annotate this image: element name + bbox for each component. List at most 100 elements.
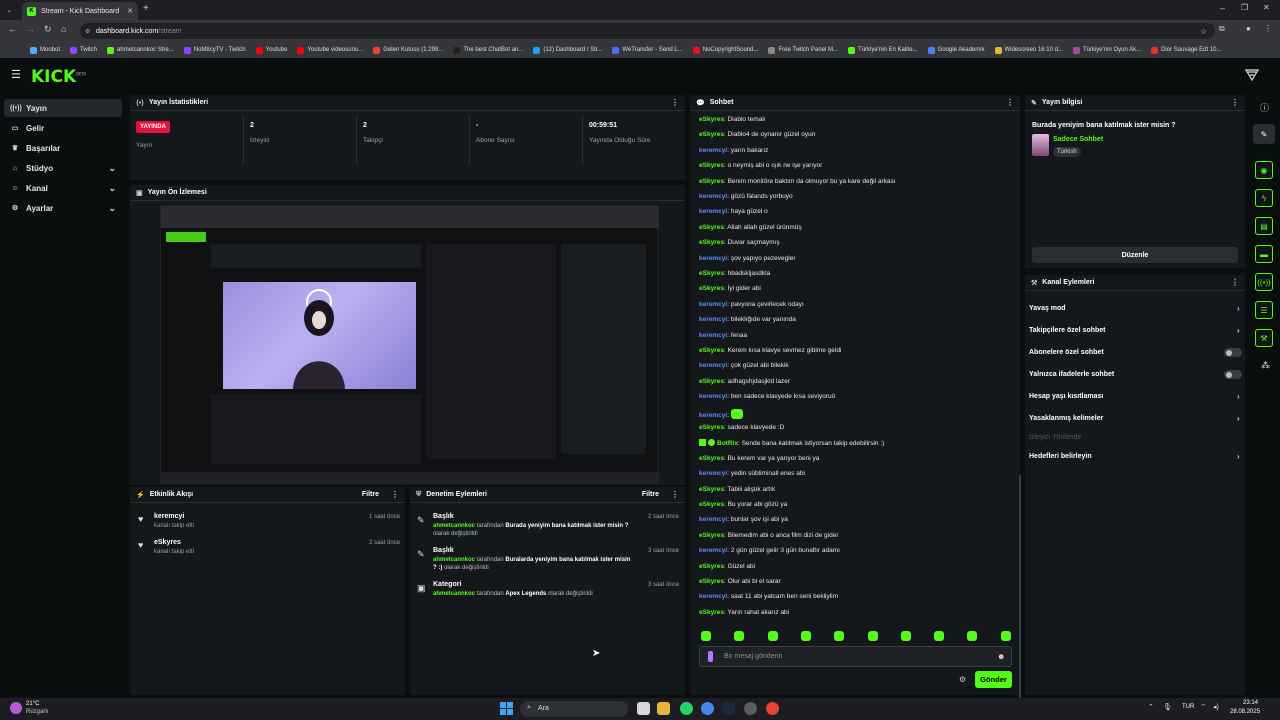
- url-field[interactable]: ⚙ dashboard.kick.com/stream ☆: [80, 23, 1215, 39]
- bookmark-item[interactable]: ahmetcannkoc Stre...: [107, 46, 174, 54]
- microphone-tray-icon[interactable]: 🎙: [1163, 703, 1172, 711]
- chat-scrollbar[interactable]: [1019, 475, 1021, 715]
- chat-username[interactable]: keremcyi: [699, 593, 727, 600]
- chat-username[interactable]: eSkyres: [699, 378, 724, 385]
- chat-username[interactable]: eSkyres: [699, 239, 724, 246]
- channel-action-item[interactable]: İzleyici Yönlendir: [1029, 434, 1244, 441]
- rail-nodes-icon[interactable]: ⁂: [1261, 360, 1270, 371]
- chat-username[interactable]: eSkyres: [699, 116, 724, 123]
- sidebar-item-1[interactable]: ((•)) Yayın: [4, 99, 122, 117]
- moderation-menu-icon[interactable]: ⋮: [671, 490, 679, 499]
- sidebar-item-3[interactable]: ♛ Başarılar: [4, 139, 122, 157]
- channel-action-item[interactable]: Yalnızca ifadelerle sohbet: [1029, 370, 1244, 379]
- bookmark-item[interactable]: Google Akademik: [927, 46, 985, 54]
- chat-username[interactable]: eSkyres: [699, 532, 724, 539]
- chat-username[interactable]: keremcyi: [699, 412, 727, 419]
- channel-action-item[interactable]: Takipçilere özel sohbet ›: [1029, 326, 1244, 335]
- chat-username[interactable]: keremcyi: [699, 301, 727, 308]
- rail-list-icon[interactable]: ☰: [1255, 301, 1273, 319]
- rail-bolt-icon[interactable]: ϟ: [1255, 189, 1273, 207]
- chat-username[interactable]: eSkyres: [699, 178, 724, 185]
- chat-menu-icon[interactable]: ⋮: [1006, 98, 1014, 107]
- bookmark-item[interactable]: NoCopyrightSound...: [692, 46, 758, 54]
- chat-username[interactable]: eSkyres: [699, 455, 724, 462]
- bookmark-item[interactable]: Dior Sauvage Edt 10...: [1151, 46, 1222, 54]
- chat-username[interactable]: keremcyi: [699, 516, 727, 523]
- activity-menu-icon[interactable]: ⋮: [391, 490, 399, 499]
- forward-icon[interactable]: →: [26, 24, 35, 34]
- moderator-username[interactable]: ahmetcannkoc: [433, 591, 475, 597]
- moderator-username[interactable]: ahmetcannkoc: [433, 557, 475, 563]
- volume-icon[interactable]: ◂): [1213, 703, 1219, 711]
- clock-time[interactable]: 23:14: [1243, 700, 1258, 706]
- bookmark-item[interactable]: Moobot: [30, 46, 60, 54]
- bookmark-item[interactable]: Türkiye'nin Oyun Ak...: [1072, 46, 1141, 54]
- chat-username[interactable]: eSkyres: [699, 486, 724, 493]
- weather-icon[interactable]: [10, 702, 22, 714]
- sidebar-item-5[interactable]: ☺ Kanal ⌄: [4, 179, 122, 197]
- chrome-icon[interactable]: [701, 702, 714, 715]
- chat-username[interactable]: keremcyi: [699, 193, 727, 200]
- emote-icon[interactable]: [967, 631, 978, 641]
- chat-username[interactable]: eSkyres: [699, 347, 724, 354]
- chat-username[interactable]: eSkyres: [699, 224, 724, 231]
- chat-username[interactable]: eSkyres: [699, 501, 724, 508]
- chrome-active-icon[interactable]: [766, 702, 779, 715]
- bookmark-item[interactable]: (12) Dashboard / Str...: [533, 46, 602, 54]
- windows-start-icon[interactable]: [500, 702, 513, 715]
- moderator-username[interactable]: ahmetcannkoc: [433, 523, 475, 529]
- taskbar-search[interactable]: ⌕ Ara: [520, 701, 628, 717]
- rail-broadcast-icon[interactable]: ((•)): [1255, 273, 1273, 291]
- bookmark-item[interactable]: NoM8cyTV - Twitch: [183, 46, 246, 54]
- sidebar-item-2[interactable]: ▭ Gelir: [4, 119, 122, 137]
- bookmark-item[interactable]: Free Twitch Panel M...: [768, 46, 838, 54]
- emote-icon[interactable]: [800, 631, 811, 641]
- bookmark-item[interactable]: Twitch: [70, 46, 97, 54]
- hamburger-menu-icon[interactable]: ☰: [11, 68, 21, 81]
- chat-settings-gear-icon[interactable]: ⚙: [959, 675, 966, 684]
- stream-preview-video[interactable]: [160, 205, 659, 484]
- activity-username[interactable]: keremcyi: [154, 513, 194, 520]
- maximize-icon[interactable]: ❐: [1241, 3, 1248, 12]
- whatsapp-icon[interactable]: [680, 702, 693, 715]
- chat-username[interactable]: eSkyres: [699, 563, 724, 570]
- clock-date[interactable]: 28.08.2025: [1230, 709, 1260, 715]
- home-icon[interactable]: ⌂: [61, 24, 66, 34]
- sidebar-item-6[interactable]: ⚙ Ayarlar ⌄: [4, 199, 122, 217]
- emote-icon[interactable]: [1000, 631, 1011, 641]
- studio-logo-icon[interactable]: [1245, 69, 1259, 81]
- emote-icon[interactable]: [900, 631, 911, 641]
- category-name[interactable]: Sadece Sohbet: [1053, 136, 1103, 143]
- chat-username[interactable]: BotRix: [717, 440, 738, 447]
- moderation-filter-button[interactable]: Filtre: [642, 491, 659, 498]
- file-explorer-icon[interactable]: [657, 702, 670, 715]
- emote-icon[interactable]: [734, 631, 745, 641]
- bookmark-item[interactable]: Youtube videosunu...: [297, 46, 363, 54]
- emote-icon[interactable]: [767, 631, 778, 641]
- new-tab-icon[interactable]: +: [143, 3, 149, 14]
- activity-filter-button[interactable]: Filtre: [362, 491, 379, 498]
- chat-username[interactable]: keremcyi: [699, 316, 727, 323]
- activity-item[interactable]: ♥ keremcyi kanalı takip etti 1 saat önce: [138, 512, 400, 536]
- emote-icon[interactable]: [867, 631, 878, 641]
- rail-tool-icon[interactable]: ⚒: [1255, 329, 1273, 347]
- chat-username[interactable]: eSkyres: [699, 609, 724, 616]
- chat-username[interactable]: eSkyres: [699, 270, 724, 277]
- bookmark-item[interactable]: WeTransfer - Send L...: [612, 46, 683, 54]
- obs-icon[interactable]: [744, 702, 757, 715]
- site-info-icon[interactable]: ⚙: [85, 28, 90, 35]
- rail-camera-icon[interactable]: ◉: [1255, 161, 1273, 179]
- taskview-icon[interactable]: [637, 702, 650, 715]
- activity-username[interactable]: eSkyres: [154, 539, 194, 546]
- toggle-switch[interactable]: [1224, 370, 1242, 379]
- channel-actions-menu-icon[interactable]: ⋮: [1231, 278, 1239, 287]
- tab-search-icon[interactable]: ⌄: [4, 5, 14, 15]
- chat-username[interactable]: keremcyi: [699, 255, 727, 262]
- reload-icon[interactable]: ↻: [44, 24, 52, 35]
- toggle-switch[interactable]: [1224, 348, 1242, 357]
- chat-input[interactable]: Bir mesaj gönderin ☻: [699, 646, 1012, 667]
- chat-username[interactable]: eSkyres: [699, 285, 724, 292]
- send-button[interactable]: Gönder: [975, 671, 1012, 688]
- channel-action-item[interactable]: Hesap yaşı kısıtlaması ›: [1029, 392, 1244, 401]
- bookmark-item[interactable]: Gelen Kutusu (1.299...: [373, 46, 443, 54]
